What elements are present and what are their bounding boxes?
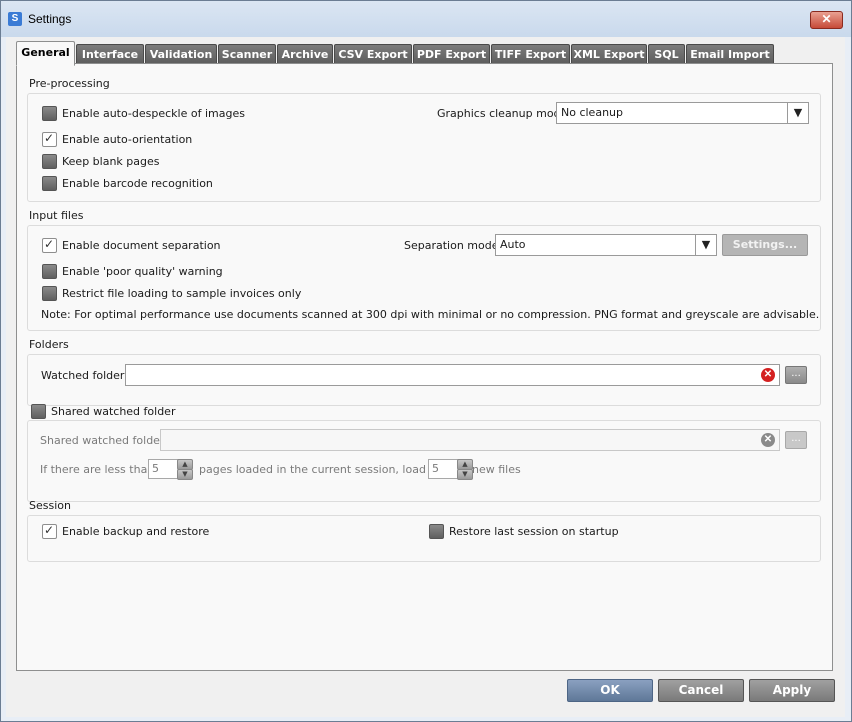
close-button[interactable]: ✕ [810, 11, 843, 29]
shared-folder-checkbox[interactable] [31, 404, 46, 419]
tab-tiff-export[interactable]: TIFF Export [491, 44, 570, 64]
restore-last-session-label: Restore last session on startup [449, 525, 619, 538]
auto-despeckle-checkbox[interactable] [42, 106, 57, 121]
tab-archive[interactable]: Archive [277, 44, 333, 64]
clear-icon[interactable]: ✕ [761, 433, 775, 447]
cleanup-mode-select[interactable]: No cleanup ▼ [556, 102, 809, 124]
apply-button[interactable]: Apply [749, 679, 835, 702]
restrict-loading-checkbox[interactable] [42, 286, 57, 301]
separation-settings-button[interactable]: Settings... [722, 234, 808, 256]
tab-interface[interactable]: Interface [76, 44, 144, 64]
barcode-label: Enable barcode recognition [62, 177, 213, 190]
auto-orientation-label: Enable auto-orientation [62, 133, 193, 146]
cleanup-mode-label: Graphics cleanup mode: [437, 107, 572, 120]
input-files-title: Input files [29, 209, 84, 222]
performance-note: Note: For optimal performance use docume… [41, 308, 820, 321]
shared-folder-browse-button[interactable]: ... [785, 431, 807, 449]
tab-general[interactable]: General [16, 41, 75, 66]
watched-folder-browse-button[interactable]: ... [785, 366, 807, 384]
tab-xml-export[interactable]: XML Export [571, 44, 647, 64]
ok-button[interactable]: OK [567, 679, 653, 702]
chevron-down-icon[interactable]: ▼ [457, 469, 473, 480]
cleanup-mode-value: No cleanup [561, 106, 623, 119]
poor-quality-checkbox[interactable] [42, 264, 57, 279]
session-group [27, 515, 821, 562]
session-title: Session [29, 499, 71, 512]
tab-pdf-export[interactable]: PDF Export [413, 44, 490, 64]
settings-window: S Settings ✕ General Interface Validatio… [0, 0, 852, 722]
tab-scanner[interactable]: Scanner [218, 44, 276, 64]
keep-blank-label: Keep blank pages [62, 155, 160, 168]
pages-threshold-stepper[interactable]: 5 ▲ ▼ [148, 459, 193, 480]
restore-last-session-checkbox[interactable] [429, 524, 444, 539]
window-title: Settings [28, 12, 72, 26]
general-panel: Pre-processing Enable auto-despeckle of … [16, 63, 833, 671]
title-bar: S Settings ✕ [1, 1, 851, 37]
pages-threshold-value[interactable]: 5 [148, 459, 179, 479]
less-than-label: If there are less than [40, 463, 155, 476]
auto-despeckle-label: Enable auto-despeckle of images [62, 107, 245, 120]
doc-separation-checkbox[interactable] [42, 237, 57, 253]
tab-email-import[interactable]: Email Import [686, 44, 774, 64]
clear-icon[interactable]: ✕ [761, 368, 775, 382]
preprocessing-title: Pre-processing [29, 77, 110, 90]
watched-folder-input[interactable]: ✕ [125, 364, 780, 386]
separation-mode-value: Auto [500, 238, 526, 251]
backup-restore-label: Enable backup and restore [62, 525, 210, 538]
chevron-down-icon: ▼ [695, 235, 716, 255]
pages-loaded-label: pages loaded in the current session, loa… [199, 463, 458, 476]
shared-folder-label: Shared watched folder: [40, 434, 168, 447]
watched-folder-label: Watched folder: [41, 369, 128, 382]
separation-mode-select[interactable]: Auto ▼ [495, 234, 717, 256]
backup-restore-checkbox[interactable] [42, 523, 57, 539]
new-files-label: new files [472, 463, 521, 476]
chevron-down-icon[interactable]: ▼ [177, 469, 193, 480]
dialog-client: General Interface Validation Scanner Arc… [6, 37, 845, 717]
shared-folder-title: Shared watched folder [51, 405, 176, 418]
load-up-stepper[interactable]: 5 ▲ ▼ [428, 459, 473, 480]
separation-mode-label: Separation mode: [404, 239, 503, 252]
poor-quality-label: Enable 'poor quality' warning [62, 265, 223, 278]
tab-sql[interactable]: SQL [648, 44, 685, 64]
cancel-button[interactable]: Cancel [658, 679, 744, 702]
tab-csv-export[interactable]: CSV Export [334, 44, 412, 64]
barcode-checkbox[interactable] [42, 176, 57, 191]
keep-blank-checkbox[interactable] [42, 154, 57, 169]
chevron-down-icon: ▼ [787, 103, 808, 123]
tab-validation[interactable]: Validation [145, 44, 217, 64]
app-icon: S [8, 12, 22, 26]
load-up-value[interactable]: 5 [428, 459, 459, 479]
restrict-loading-label: Restrict file loading to sample invoices… [62, 287, 302, 300]
auto-orientation-checkbox[interactable] [42, 131, 57, 147]
doc-separation-label: Enable document separation [62, 239, 221, 252]
shared-folder-input[interactable]: ✕ [160, 429, 780, 451]
folders-title: Folders [29, 338, 69, 351]
